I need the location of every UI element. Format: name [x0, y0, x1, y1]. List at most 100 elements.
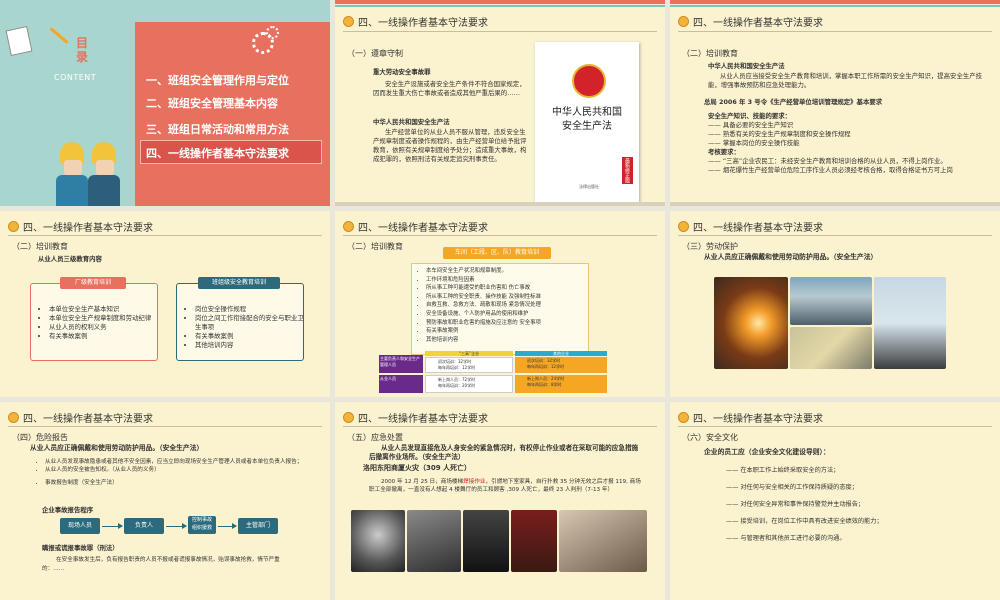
subsection-label: （一）遵章守制 [347, 49, 403, 58]
slide-title: 四、一线操作者基本守法要求 [343, 219, 488, 234]
toc-item-3[interactable]: 三、班组日常活动和常用方法 [146, 121, 289, 137]
paragraph-law: 从业人员应当接受安全生产教育和培训，掌握本职工作所需的安全生产知识，提高安全生产… [708, 72, 983, 89]
flow-arrow [102, 523, 123, 529]
list-item: 其他培训内容 [195, 341, 307, 350]
list-item: 本车间安全生产状况和规章制度。 [426, 267, 596, 276]
list-item: 工作环境和危险因素 [426, 276, 596, 285]
slide-title: 四、一线操作者基本守法要求 [8, 219, 153, 234]
plant-level-list: 本单位安全生产基本知识 本单位安全生产规章制度和劳动纪律 从业人员的权利义务 有… [40, 305, 161, 341]
toc-item-1[interactable]: 一、班组安全管理作用与定位 [146, 72, 289, 88]
slide-title: 四、一线操作者基本守法要求 [8, 410, 153, 425]
hours-table: 主要负责人和安全生产管理人员 从业人员 “三高”企业 其他企业 初次培训：32学… [379, 351, 607, 393]
slide-title: 四、一线操作者基本守法要求 [343, 14, 488, 29]
subsection-label: （六）安全文化 [682, 433, 738, 442]
slide-title-text: 四、一线操作者基本守法要求 [358, 223, 488, 234]
victim-family-photo [559, 510, 647, 572]
slide-title: 四、一线操作者基本守法要求 [343, 410, 488, 425]
header-bar-accent [670, 5, 1000, 7]
slide-title-text: 四、一线操作者基本守法要求 [358, 18, 488, 29]
subsection-label: （二）培训教育 [347, 242, 403, 251]
slide-title: 四、一线操作者基本守法要求 [678, 410, 823, 425]
list-item: 本单位安全生产规章制度和劳动纪律 [49, 314, 161, 323]
slide-toc[interactable]: 目 录 CONTENT 一、班组安全管理作用与定位 二、班组安全管理基本内容 三… [0, 0, 330, 206]
flow-step-4: 主管部门 [238, 518, 278, 534]
heading-report: 从业人员应正确佩戴和使用劳动防护用品。（安全生产法） [30, 444, 204, 452]
knowledge-item: —— 熟悉有关的安全生产规章制度和安全操作规程 [708, 130, 851, 138]
bulb-icon [8, 221, 19, 232]
slide-7[interactable]: 四、一线操作者基本守法要求 （四）危险报告 从业人员应正确佩戴和使用劳动防护用品… [0, 402, 330, 600]
knowledge-requirements: 安全生产知识、技能的要求： —— 具备必要的安全生产知识 —— 熟悉有关的安全生… [708, 112, 990, 175]
court-photo [511, 510, 557, 572]
slide-4[interactable]: 四、一线操作者基本守法要求 （二）培训教育 从业人员三级教育内容 厂级教育培训 … [0, 211, 330, 397]
slide-6[interactable]: 四、一线操作者基本守法要求 （三）劳动保护 从业人员应正确佩戴和使用劳动防护用品… [670, 211, 1000, 397]
subsection-label: （二）培训教育 [682, 49, 738, 58]
ladder-worker-photo [874, 277, 946, 369]
title-divider [343, 235, 657, 236]
toc-title: 目 录 [76, 36, 88, 64]
fire-damage-photo [407, 510, 461, 572]
bulb-icon [678, 16, 689, 27]
list-item: —— 在本职工作上始终采取安全的方法； [726, 467, 840, 474]
row-head-staff: 从业人员 [379, 375, 423, 393]
bulb-icon [343, 16, 354, 27]
national-emblem-icon [572, 64, 606, 98]
bulb-icon [678, 221, 689, 232]
footer-bar [335, 202, 665, 206]
slide-3[interactable]: 四、一线操作者基本守法要求 （二）培训教育 中华人民共和国安全生产法 从业人员应… [670, 0, 1000, 206]
flow-step-3: 控制事故 组织援救 [188, 516, 216, 534]
cell: 新上岗人员：72学时 每年再培训：20学时 [425, 375, 513, 393]
slide-8[interactable]: 四、一线操作者基本守法要求 （五）应急处置 从业人员发现直接危及人身安全的紧急情… [335, 402, 665, 600]
subsection-label: （五）应急处置 [347, 433, 403, 442]
title-divider [8, 426, 322, 427]
slide-title-text: 四、一线操作者基本守法要求 [693, 18, 823, 29]
list-item: 从业人员发现事故隐患或者其他不安全因素，应当立即向现场安全生产管理人员或者本单位… [45, 458, 307, 466]
list-item: 岗位安全操作规程 [195, 305, 307, 314]
paragraph-emergency: 从业人员发现直接危及人身安全的紧急情况时，有权停止作业或者在采取可能的应急措施后… [369, 444, 639, 461]
mourning-photo [463, 510, 509, 572]
fire-scene-photo [351, 510, 405, 572]
paragraph-law: 生产经营单位的从业人员不服从管理，违反安全生产规章制度或者操作规程的，由生产经营… [373, 128, 527, 163]
culture-list: —— 在本职工作上始终采取安全的方法； —— 对任何与安全相关的工作保持质疑的态… [726, 466, 976, 543]
paragraph-crime: 安全生产设施或者安全生产条件不符合国家规定，因而发生重大伤亡事故或者造成其他严重… [373, 80, 526, 97]
heading-three-level: 从业人员三级教育内容 [38, 255, 102, 263]
bulb-icon [343, 412, 354, 423]
content-label: CONTENT [54, 73, 97, 82]
book-title: 中华人民共和国 安全生产法 [552, 107, 622, 132]
slide-5[interactable]: 四、一线操作者基本守法要求 （二）培训教育 车间（工段、区、队）教育培训 本车间… [335, 211, 665, 397]
toc-item-2[interactable]: 二、班组安全管理基本内容 [146, 95, 278, 111]
list-item: 预防事故和职业危害的措施及应注意的 安全事项 [426, 319, 596, 328]
welding-sparks-photo [714, 277, 788, 369]
list-item: 有关事故案例 [195, 332, 307, 341]
title-divider [678, 235, 992, 236]
row-head-managers: 主要负责人和安全生产管理人员 [379, 355, 423, 373]
toc-title-line2: 录 [76, 50, 89, 64]
toc-item-4[interactable]: 四、一线操作者基本守法要求 [146, 145, 289, 161]
list-item: 从业人员的安全被告知权。（从业人员的义务） [45, 466, 307, 474]
list-item: 所从事工种的安全职责、操作技能 及强制性标准 [426, 293, 596, 302]
slide-2[interactable]: 四、一线操作者基本守法要求 （一）遵章守制 重大劳动安全事故罪 安全生产设施或者… [335, 0, 665, 206]
title-divider [678, 31, 992, 32]
knowledge-item: —— 具备必要的安全生产知识 [708, 121, 794, 129]
list-item: 所从事工种可能遭受的职业伤害和 伤亡事故 [426, 284, 596, 293]
cell: 初次培训：32学时 每年再培训：12学时 [515, 357, 607, 373]
heading-crime: 重大劳动安全事故罪 [373, 68, 431, 76]
slide-title: 四、一线操作者基本守法要求 [678, 219, 823, 234]
slide-title-text: 四、一线操作者基本守法要求 [358, 414, 488, 425]
list-item: —— 对任何安全异常和事件保持警觉并主动报告； [726, 501, 865, 508]
exam-item: —— “三高”企业农民工：未经安全生产教育和培训合格的从业人员，不得上岗作业。 [708, 157, 947, 165]
exam-heading: 考核要求： [708, 148, 740, 156]
heading-concealment: 瞒报或谎报事故罪（刑法） [42, 544, 119, 552]
list-item: 其他培训内容 [426, 336, 596, 345]
slide-title-text: 四、一线操作者基本守法要求 [693, 223, 823, 234]
heading-law: 中华人民共和国安全生产法 [373, 118, 450, 126]
header-bar [670, 0, 1000, 4]
knowledge-heading: 安全生产知识、技能的要求： [708, 112, 792, 120]
heading-law: 中华人民共和国安全生产法 [708, 62, 785, 70]
flow-step-1: 现场人员 [60, 518, 100, 534]
list-item: 本单位安全生产基本知识 [49, 305, 161, 314]
slide-9[interactable]: 四、一线操作者基本守法要求 （六）安全文化 企业的员工应（企业安全文化建设导则）… [670, 402, 1000, 600]
book-badge: 最新修正版 [622, 157, 633, 184]
workshop-head: 车间（工段、区、队）教育培训 [443, 247, 551, 259]
highlight-welding: 焊接作业 [463, 479, 486, 485]
header-bar-accent [335, 5, 665, 7]
